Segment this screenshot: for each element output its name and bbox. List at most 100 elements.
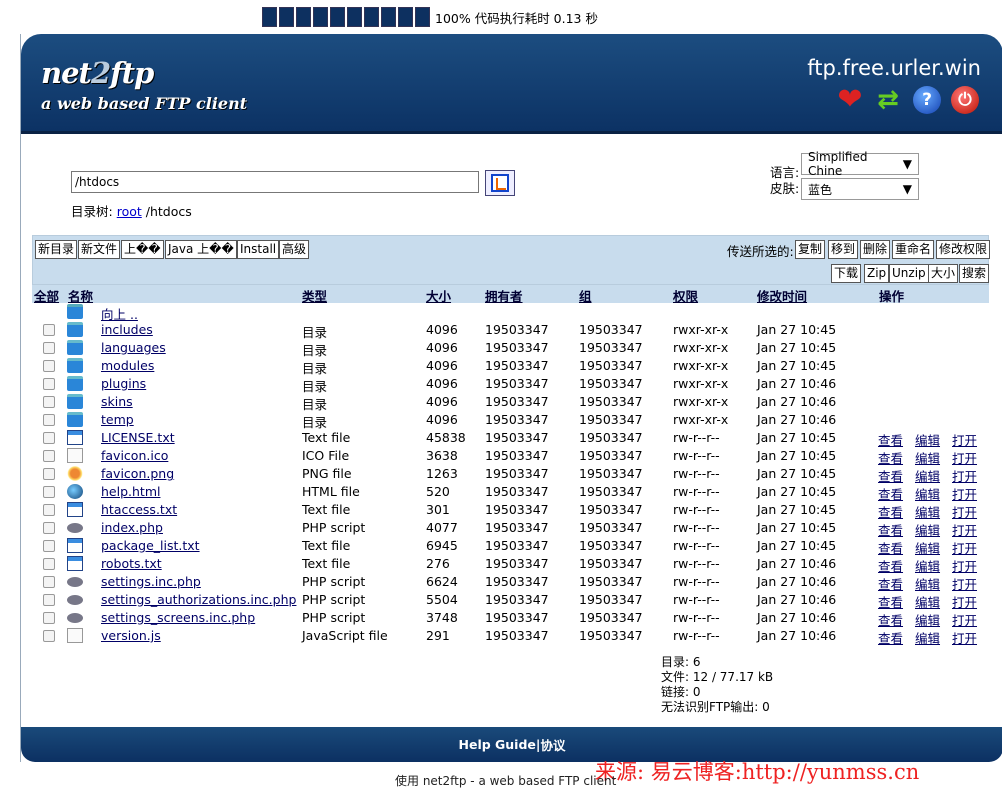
- search-button[interactable]: 搜索: [959, 264, 990, 283]
- file-row: includes 目录 4096 19503347 19503347 rwxr-xr-x J…: [32, 321, 989, 340]
- file-owner: 19503347: [485, 376, 549, 391]
- row-checkbox[interactable]: [43, 414, 55, 426]
- file-perms: rw-r--r--: [673, 538, 720, 553]
- up-row: 向上 ..: [32, 303, 989, 322]
- row-checkbox[interactable]: [43, 504, 55, 516]
- file-name-link[interactable]: modules: [101, 358, 154, 373]
- row-checkbox[interactable]: [43, 378, 55, 390]
- folder-icon: [67, 358, 83, 373]
- folder-icon: [67, 376, 83, 391]
- install-button[interactable]: Install: [237, 240, 280, 259]
- row-checkbox[interactable]: [43, 522, 55, 534]
- file-name-link[interactable]: robots.txt: [101, 556, 162, 571]
- file-group: 19503347: [579, 502, 643, 517]
- file-name-link[interactable]: temp: [101, 412, 134, 427]
- text-file-icon: [67, 538, 83, 553]
- new-dir-button[interactable]: 新目录: [35, 240, 78, 259]
- file-group: 19503347: [579, 628, 643, 643]
- file-name-link[interactable]: skins: [101, 394, 133, 409]
- help-guide-link[interactable]: Help Guide: [459, 737, 536, 752]
- unzip-button[interactable]: Unzip: [889, 264, 929, 283]
- toolbar: 新目录 新文件 上�� Java 上�� Install 高级 传送所选的: 复…: [32, 235, 991, 285]
- file-size: 5504: [426, 592, 458, 607]
- path-input[interactable]: [71, 171, 479, 193]
- row-checkbox[interactable]: [43, 432, 55, 444]
- row-checkbox[interactable]: [43, 576, 55, 588]
- row-checkbox[interactable]: [43, 540, 55, 552]
- skin-select[interactable]: 蓝色 ▼: [801, 178, 919, 200]
- chmod-button[interactable]: 修改权限: [936, 240, 991, 259]
- help-icon[interactable]: ?: [913, 86, 941, 114]
- copy-button[interactable]: 复制: [795, 240, 826, 259]
- file-name-link[interactable]: index.php: [101, 520, 163, 535]
- file-name-link[interactable]: package_list.txt: [101, 538, 200, 553]
- refresh-icon[interactable]: ⇄: [874, 86, 902, 114]
- download-button[interactable]: 下载: [831, 264, 862, 283]
- file-name-link[interactable]: help.html: [101, 484, 160, 499]
- file-size: 45838: [426, 430, 466, 445]
- view-link[interactable]: 查看: [878, 628, 903, 647]
- tree-button[interactable]: [485, 170, 515, 196]
- file-group: 19503347: [579, 520, 643, 535]
- file-name-link[interactable]: htaccess.txt: [101, 502, 177, 517]
- power-icon[interactable]: ⏻: [951, 86, 979, 114]
- progress-segment: [313, 7, 328, 27]
- file-name-link[interactable]: settings_screens.inc.php: [101, 610, 255, 625]
- java-upload-button[interactable]: Java 上��: [165, 240, 237, 259]
- row-checkbox[interactable]: [43, 396, 55, 408]
- file-group: 19503347: [579, 430, 643, 445]
- row-checkbox[interactable]: [43, 360, 55, 372]
- row-checkbox[interactable]: [43, 612, 55, 624]
- new-file-button[interactable]: 新文件: [78, 240, 121, 259]
- file-owner: 19503347: [485, 556, 549, 571]
- rename-button[interactable]: 重命名: [892, 240, 935, 259]
- stats-dirs: 目录: 6: [661, 655, 701, 669]
- edit-link[interactable]: 编辑: [915, 628, 940, 647]
- row-checkbox[interactable]: [43, 324, 55, 336]
- file-row: htaccess.txt Text file 301 19503347 19503347…: [32, 501, 989, 520]
- text-file-icon: [67, 556, 83, 571]
- file-name-link[interactable]: favicon.ico: [101, 448, 168, 463]
- upload-button[interactable]: 上��: [121, 240, 164, 259]
- header: net2ftp a web based FTP client ftp.free.…: [21, 34, 1002, 134]
- file-name-link[interactable]: plugins: [101, 376, 146, 391]
- file-row: package_list.txt Text file 6945 19503347 195…: [32, 537, 989, 556]
- license-link[interactable]: 协议: [540, 735, 565, 754]
- size-button[interactable]: 大小: [928, 264, 959, 283]
- directory-stats: 目录: 6 文件: 12 / 77.17 kB 链接: 0 无法识别FTP输出:…: [661, 655, 773, 715]
- move-button[interactable]: 移到: [828, 240, 859, 259]
- heart-icon[interactable]: ❤: [836, 85, 864, 115]
- row-checkbox[interactable]: [43, 450, 55, 462]
- folder-icon: [67, 304, 83, 319]
- file-owner: 19503347: [485, 394, 549, 409]
- language-select[interactable]: Simplified Chine ▼: [801, 150, 919, 178]
- file-perms: rwxr-xr-x: [673, 322, 729, 337]
- file-name-link[interactable]: includes: [101, 322, 153, 337]
- file-group: 19503347: [579, 556, 643, 571]
- file-name-link[interactable]: LICENSE.txt: [101, 430, 175, 445]
- main-content: 目录树: root /htdocs 语言: Simplified Chine▼ …: [21, 137, 1002, 727]
- row-checkbox[interactable]: [43, 468, 55, 480]
- file-name-link[interactable]: favicon.png: [101, 466, 174, 481]
- file-name-link[interactable]: settings.inc.php: [101, 574, 201, 589]
- breadcrumb-label: 目录树:: [71, 204, 113, 219]
- file-row: help.html HTML file 520 19503347 19503347 rw-…: [32, 483, 989, 502]
- zip-button[interactable]: Zip: [864, 264, 890, 283]
- advanced-button[interactable]: 高级: [279, 240, 310, 259]
- file-row: settings_authorizations.inc.php PHP scrip…: [32, 591, 989, 610]
- file-name-link[interactable]: version.js: [101, 628, 161, 643]
- progress-segment: [415, 7, 430, 27]
- row-checkbox[interactable]: [43, 342, 55, 354]
- breadcrumb-root-link[interactable]: root: [117, 204, 142, 219]
- file-name-link[interactable]: languages: [101, 340, 166, 355]
- row-checkbox[interactable]: [43, 594, 55, 606]
- file-mtime: Jan 27 10:46: [757, 610, 837, 625]
- row-checkbox[interactable]: [43, 630, 55, 642]
- row-checkbox[interactable]: [43, 486, 55, 498]
- row-checkbox[interactable]: [43, 558, 55, 570]
- delete-button[interactable]: 删除: [860, 240, 891, 259]
- file-name-link[interactable]: settings_authorizations.inc.php: [101, 592, 296, 607]
- skin-value: 蓝色: [808, 182, 833, 197]
- file-perms: rw-r--r--: [673, 466, 720, 481]
- open-link[interactable]: 打开: [952, 628, 977, 647]
